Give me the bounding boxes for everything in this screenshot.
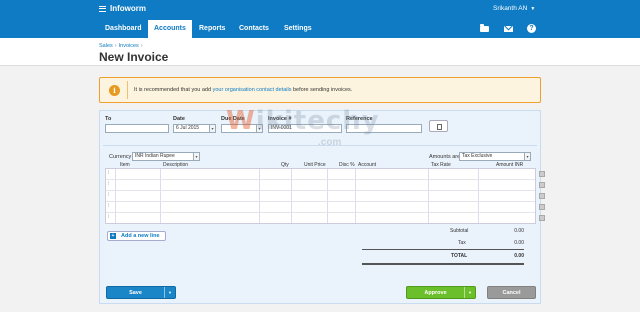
add-new-line-button[interactable]: + Add a new line [107,231,166,241]
currency-label: Currency [109,154,132,160]
date-label: Date [173,116,185,122]
watermark-domain: .com [318,137,342,148]
nav-accounts[interactable]: Accounts [148,20,192,38]
grid-divider [478,169,479,223]
total-label: TOTAL [451,253,468,259]
menu-icon[interactable] [99,5,106,12]
nav-contacts[interactable]: Contacts [233,20,275,38]
amounts-are-value: Tax Exclusive [462,153,493,159]
nav-settings[interactable]: Settings [278,20,318,38]
table-row[interactable] [106,212,535,213]
chevron-down-icon[interactable]: ▼ [464,287,475,298]
drag-handle-icon[interactable]: ⁞ [108,193,112,198]
breadcrumb: Sales › Invoices › [99,43,143,49]
delete-row-icon[interactable] [539,193,545,199]
user-name: Srikanth AN [493,5,528,12]
alert-link[interactable]: your organisation contact details [213,87,292,93]
chevron-down-icon[interactable]: ▼ [164,287,175,298]
copy-button[interactable] [429,120,448,132]
col-disc: Disc % [339,162,355,168]
alert-suffix: before sending invoices. [291,87,353,93]
mail-icon[interactable] [504,26,513,32]
breadcrumb-invoices[interactable]: Invoices [119,43,139,49]
save-label: Save [129,290,142,296]
table-row[interactable] [106,190,535,191]
grid-divider [327,169,328,223]
add-new-line-label: Add a new line [121,233,160,239]
approve-button[interactable]: Approve ▼ [406,286,476,299]
alert-text: It is recommended that you add your orga… [134,87,352,93]
col-account: Account [358,162,377,168]
nav-reports[interactable]: Reports [193,20,231,38]
grid-divider [115,169,116,223]
alert-divider [127,81,128,99]
grid-divider [160,169,161,223]
to-field[interactable] [105,124,169,133]
grid-divider [355,169,356,223]
total-value: 0.00 [514,253,524,259]
page-header: Sales › Invoices › New Invoice [0,38,640,66]
grid-divider [259,169,260,223]
tax-value: 0.00 [514,240,524,246]
table-row[interactable] [106,201,535,202]
drag-handle-icon[interactable]: ⁞ [108,171,112,176]
chevron-down-icon: ▾ [524,153,530,160]
col-description: Description [163,162,189,168]
delete-row-icon[interactable] [539,182,545,188]
chevron-down-icon: ▼ [530,6,536,12]
breadcrumb-sales[interactable]: Sales [99,43,113,49]
help-icon[interactable]: ? [527,24,536,33]
subtotal-value: 0.00 [514,228,524,234]
info-icon: i [109,85,120,96]
alert-prefix: It is recommended that you add [134,87,213,93]
files-icon[interactable] [480,24,489,32]
cancel-button[interactable]: Cancel [487,286,536,299]
table-row[interactable] [106,179,535,180]
delete-row-icon[interactable] [539,204,545,210]
col-qty: Qty [281,162,289,168]
col-unit-price: Unit Price [304,162,326,168]
to-label: To [105,116,112,122]
approve-label: Approve [424,290,447,296]
grid-divider [291,169,292,223]
col-tax-rate: Tax Rate [431,162,451,168]
grid-divider [428,169,429,223]
date-picker-icon[interactable]: ▾ [209,125,215,132]
alert-banner: i It is recommended that you add your or… [99,77,541,103]
subtotal-label: Subtotal [450,228,469,234]
line-items-table: Item Description Qty Unit Price Disc % A… [105,162,545,224]
totals-divider [362,249,524,250]
watermark-initial: W [226,106,256,136]
app-name: Infoworm [110,4,146,13]
drag-handle-icon[interactable]: ⁞ [108,204,112,209]
currency-value: INR Indian Rupee [135,153,175,159]
app-brand[interactable]: Infoworm [99,4,146,13]
chevron-down-icon: ▾ [193,153,199,160]
delete-row-icon[interactable] [539,215,545,221]
totals-double-divider [362,263,524,265]
drag-handle-icon[interactable]: ⁞ [108,182,112,187]
copy-icon [437,124,442,130]
top-bar: Infoworm Srikanth AN ▼ [0,0,640,20]
amounts-are-label: Amounts are [429,154,461,160]
watermark-logo: Wikitechy [226,106,380,136]
main-nav: Dashboard Accounts Reports Contacts Sett… [0,20,640,38]
date-value: 6 Jul 2015 [176,125,200,131]
date-field[interactable]: 6 Jul 2015 ▾ [173,124,216,133]
plus-icon: + [110,233,116,239]
user-menu[interactable]: Srikanth AN ▼ [493,5,535,12]
drag-handle-icon[interactable]: ⁞ [108,215,112,220]
col-item: Item [120,162,130,168]
col-amount: Amount INR [496,162,524,168]
currency-select[interactable]: INR Indian Rupee ▾ [132,152,200,161]
save-button[interactable]: Save ▼ [106,286,176,299]
tax-label: Tax [458,240,466,246]
amounts-are-select[interactable]: Tax Exclusive ▾ [459,152,531,161]
watermark-text: ikitechy [255,106,380,136]
nav-dashboard[interactable]: Dashboard [99,20,148,38]
delete-row-icon[interactable] [539,171,545,177]
page-title: New Invoice [99,50,169,64]
